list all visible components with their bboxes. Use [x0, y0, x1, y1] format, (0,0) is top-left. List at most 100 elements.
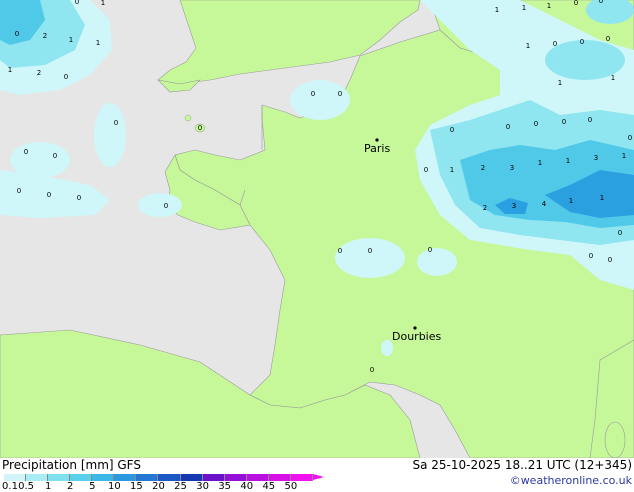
- legend-swatch: [268, 474, 291, 481]
- value-label: 0: [553, 40, 557, 48]
- value-label: 0: [588, 116, 592, 124]
- legend-arrow: [312, 474, 324, 480]
- legend-tick-label: 5: [89, 481, 96, 492]
- value-label: 1: [600, 194, 604, 202]
- legend-swatch: [26, 474, 49, 481]
- value-label: 0: [75, 0, 79, 6]
- value-label: 0: [114, 119, 118, 127]
- value-label: 2: [43, 32, 47, 40]
- value-label: 3: [510, 164, 514, 172]
- value-label: 1: [526, 42, 530, 50]
- value-label: 0: [64, 73, 68, 81]
- legend-tick-label: 0.1: [2, 481, 18, 492]
- value-label: 3: [512, 202, 516, 210]
- legend-swatch: [158, 474, 181, 481]
- legend-swatch: [70, 474, 93, 481]
- value-label: 0: [589, 252, 593, 260]
- legend-tick-label: 20: [152, 481, 165, 492]
- value-label: 0: [338, 90, 342, 98]
- value-label: 0: [580, 38, 584, 46]
- land-corsica: [604, 421, 626, 458]
- legend-colorbar: [4, 474, 324, 481]
- legend-swatch: [202, 474, 225, 481]
- value-label: 0: [450, 126, 454, 134]
- value-label: 3: [594, 154, 598, 162]
- value-label: 0: [606, 35, 610, 43]
- land-channel-island-2: [184, 114, 192, 122]
- value-label: 1: [538, 159, 542, 167]
- legend-swatch: [290, 474, 313, 481]
- legend-tick-label: 50: [284, 481, 298, 492]
- legend-tick-label: 25: [174, 481, 187, 492]
- legend-swatch: [4, 474, 27, 481]
- value-label: 1: [566, 157, 570, 165]
- value-label: 0: [608, 256, 612, 264]
- value-label: 0: [370, 366, 374, 374]
- legend-swatch: [246, 474, 269, 481]
- value-label: 0: [628, 134, 632, 142]
- value-label: 0: [77, 194, 81, 202]
- value-label: 0: [15, 30, 19, 38]
- value-label: 0: [534, 120, 538, 128]
- value-label: 0: [24, 148, 28, 156]
- legend-swatch: [224, 474, 247, 481]
- value-label: 1: [450, 166, 454, 174]
- precip-biscay-north: [94, 103, 126, 167]
- value-label: 0: [198, 124, 202, 132]
- value-label: 1: [558, 79, 562, 87]
- value-label: 0: [17, 187, 21, 195]
- legend-tick-label: 0.5: [18, 481, 35, 492]
- value-label: 4: [542, 200, 547, 208]
- legend-swatch: [114, 474, 137, 481]
- value-label: 1: [495, 6, 499, 14]
- value-label: 0: [311, 90, 315, 98]
- copyright-link[interactable]: ©weatheronline.co.uk: [510, 474, 632, 487]
- map-footer: Precipitation [mm] GFS Sa 25-10-2025 18.…: [0, 458, 634, 492]
- legend-swatch: [136, 474, 159, 481]
- map-title: Precipitation [mm] GFS: [2, 458, 141, 472]
- legend-tick-label: 40: [240, 481, 254, 492]
- legend-tick-label: 10: [107, 481, 121, 492]
- value-label: 0: [164, 202, 168, 210]
- value-label: 1: [69, 36, 73, 44]
- legend-tick-label: 1: [44, 481, 52, 492]
- value-label: 0: [506, 123, 510, 131]
- precipitation-map: 0 2 1 1 0 1 1 2 0 1 1 0 0 1 1 0 0 0 1 1 0 0 0 0 0 0 0 0 0 0 0 0 0 0 0 0 0 0 0 1…: [0, 0, 634, 458]
- value-label: 1: [622, 152, 626, 160]
- value-label: 0: [574, 0, 578, 7]
- value-label: 1: [522, 4, 526, 12]
- value-label: 0: [338, 247, 342, 255]
- value-label: 1: [8, 66, 12, 74]
- city-label-dourbies: Dourbies: [392, 330, 442, 343]
- precip-central: [335, 238, 405, 278]
- legend-tick-label: 30: [196, 481, 209, 492]
- legend-tick-label: 35: [218, 481, 232, 492]
- value-label: 0: [53, 152, 57, 160]
- legend-tick-label: 15: [130, 481, 143, 492]
- value-label: 0: [562, 118, 566, 126]
- legend-swatch: [180, 474, 203, 481]
- value-label: 1: [569, 197, 573, 205]
- legend-tick-label: 45: [262, 481, 276, 492]
- value-label: 0: [368, 247, 372, 255]
- value-label: 2: [37, 69, 41, 77]
- value-label: 0: [599, 0, 603, 5]
- precip-central-east: [417, 248, 457, 276]
- value-label: 0: [428, 246, 432, 254]
- value-label: 1: [96, 39, 100, 47]
- legend-tick-label: 2: [67, 481, 74, 492]
- city-label-paris: Paris: [364, 142, 390, 155]
- value-label: 1: [547, 2, 551, 10]
- legend-swatch: [48, 474, 71, 481]
- value-label: 2: [481, 164, 485, 172]
- value-label: 0: [47, 191, 51, 199]
- value-label: 1: [101, 0, 105, 7]
- value-label: 2: [483, 204, 487, 212]
- legend-swatch: [92, 474, 115, 481]
- valid-time: Sa 25-10-2025 18..21 UTC (12+345): [412, 458, 632, 472]
- value-label: 0: [424, 166, 428, 174]
- precip-biscay-coast: [138, 193, 182, 217]
- precip-normandy: [290, 80, 350, 120]
- value-label: 0: [618, 229, 622, 237]
- value-label: 1: [611, 74, 615, 82]
